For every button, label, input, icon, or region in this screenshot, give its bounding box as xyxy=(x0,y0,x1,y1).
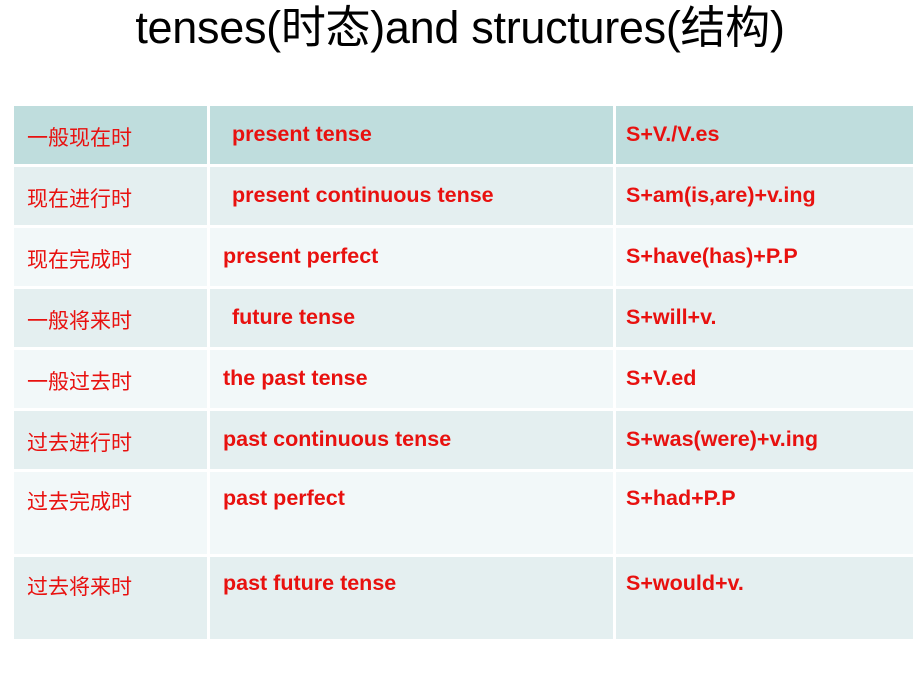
tense-name-en: past future tense xyxy=(223,571,397,595)
tense-name-cn: 现在进行时 xyxy=(27,188,132,211)
cell-structure: S+am(is,are)+v.ing xyxy=(614,165,913,228)
structure-formula: S+V.ed xyxy=(626,366,697,390)
table-row: 过去完成时 past perfect S+had+P.P xyxy=(14,470,913,557)
cell-tense-cn: 过去将来时 xyxy=(14,555,210,639)
tense-name-cn: 一般现在时 xyxy=(27,127,132,150)
tense-name-cn: 一般将来时 xyxy=(27,310,132,333)
tense-name-en: present tense xyxy=(232,122,372,146)
cell-tense-en: present continuous tense xyxy=(208,165,616,228)
structure-formula: S+V./V.es xyxy=(626,122,720,146)
cell-tense-cn: 过去完成时 xyxy=(14,470,210,557)
cell-structure: S+will+v. xyxy=(614,287,913,350)
cell-tense-en: present perfect xyxy=(208,226,616,289)
cell-tense-cn: 一般现在时 xyxy=(14,106,210,167)
table-row: 一般现在时 present tense S+V./V.es xyxy=(14,106,913,167)
cell-tense-cn: 现在进行时 xyxy=(14,165,210,228)
tense-name-cn: 现在完成时 xyxy=(27,249,132,272)
structure-formula: S+had+P.P xyxy=(626,486,736,510)
tense-name-en: present continuous tense xyxy=(232,183,494,207)
tense-name-cn: 过去进行时 xyxy=(27,432,132,455)
cell-tense-cn: 一般将来时 xyxy=(14,287,210,350)
cell-structure: S+was(were)+v.ing xyxy=(614,409,913,472)
table-row: 一般将来时 future tense S+will+v. xyxy=(14,287,913,350)
tense-name-en: present perfect xyxy=(223,244,379,268)
structure-formula: S+have(has)+P.P xyxy=(626,244,798,268)
structure-formula: S+would+v. xyxy=(626,571,744,595)
tense-name-cn: 一般过去时 xyxy=(27,371,132,394)
cell-tense-en: present tense xyxy=(208,106,616,167)
tenses-and-structures-table: 一般现在时 present tense S+V./V.es 现在进行时 pres… xyxy=(14,106,913,639)
cell-structure: S+V.ed xyxy=(614,348,913,411)
table-body: 一般现在时 present tense S+V./V.es 现在进行时 pres… xyxy=(14,106,913,639)
cell-tense-cn: 过去进行时 xyxy=(14,409,210,472)
table-row: 过去将来时 past future tense S+would+v. xyxy=(14,555,913,639)
cell-structure: S+had+P.P xyxy=(614,470,913,557)
tense-name-en: future tense xyxy=(232,305,356,329)
table-row: 现在进行时 present continuous tense S+am(is,a… xyxy=(14,165,913,228)
tense-name-en: past perfect xyxy=(223,486,345,510)
table-row: 现在完成时 present perfect S+have(has)+P.P xyxy=(14,226,913,289)
table-row: 过去进行时 past continuous tense S+was(were)+… xyxy=(14,409,913,472)
tense-name-cn: 过去完成时 xyxy=(27,491,132,514)
cell-tense-cn: 一般过去时 xyxy=(14,348,210,411)
tense-name-en: past continuous tense xyxy=(223,427,452,451)
table-row: 一般过去时 the past tense S+V.ed xyxy=(14,348,913,411)
cell-structure: S+V./V.es xyxy=(614,106,913,167)
structure-formula: S+am(is,are)+v.ing xyxy=(626,183,816,207)
cell-tense-cn: 现在完成时 xyxy=(14,226,210,289)
structure-formula: S+was(were)+v.ing xyxy=(626,427,818,451)
structure-formula: S+will+v. xyxy=(626,305,717,329)
cell-structure: S+have(has)+P.P xyxy=(614,226,913,289)
slide-title: tenses(时态)and structures(结构) xyxy=(135,2,785,53)
tense-name-en: the past tense xyxy=(223,366,368,390)
tense-name-cn: 过去将来时 xyxy=(27,576,132,599)
cell-tense-en: past future tense xyxy=(208,555,616,639)
cell-tense-en: past perfect xyxy=(208,470,616,557)
cell-tense-en: future tense xyxy=(208,287,616,350)
cell-tense-en: the past tense xyxy=(208,348,616,411)
cell-structure: S+would+v. xyxy=(614,555,913,639)
cell-tense-en: past continuous tense xyxy=(208,409,616,472)
